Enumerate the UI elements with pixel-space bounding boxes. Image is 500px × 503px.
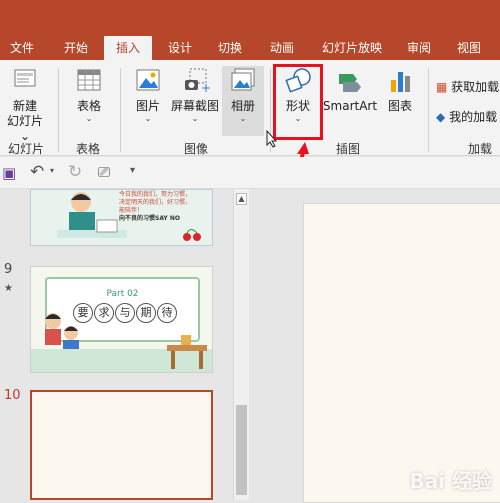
album-label: 相册 bbox=[230, 99, 255, 113]
desk-illustration bbox=[167, 335, 207, 369]
slide-9-title: 要 求 与 期 待 bbox=[73, 303, 177, 325]
group-separator bbox=[58, 68, 59, 152]
slide-thumbnail-8[interactable]: 今日我的我们，努力习惯， 决定明天的我们，好习惯， 能陪伴！ 向不良的习惯SAY… bbox=[30, 189, 213, 246]
thumbnail-scrollbar[interactable]: ▲ bbox=[233, 189, 249, 500]
table-label: 表格 bbox=[76, 99, 101, 113]
slide-thumbnail-10-selected[interactable] bbox=[30, 390, 213, 500]
table-icon bbox=[77, 69, 101, 91]
chart-button[interactable]: 图表 bbox=[380, 66, 420, 114]
title-bar bbox=[0, 0, 500, 36]
title-char-3: 与 bbox=[115, 303, 135, 323]
slide-8-line-4: 向不良的习惯SAY NO bbox=[119, 215, 180, 222]
album-button[interactable]: 相册 ⌄ bbox=[222, 66, 264, 136]
chart-icon bbox=[391, 72, 410, 92]
group-label-slides: 幻灯片 bbox=[8, 142, 45, 156]
slide-8-line-1: 今日我的我们，努力习惯， bbox=[119, 191, 192, 198]
tab-animations[interactable]: 动画 bbox=[262, 36, 302, 60]
slide-9-part: Part 02 bbox=[106, 289, 139, 299]
new-slide-button[interactable]: 新建 幻灯片 ⌄ bbox=[2, 66, 48, 144]
new-slide-icon bbox=[14, 69, 36, 87]
slide-number-10: 10 bbox=[4, 388, 21, 403]
scroll-up-icon[interactable]: ▲ bbox=[236, 193, 247, 205]
slide-8-line-3: 能陪伴！ bbox=[119, 207, 144, 214]
watermark: Bai 经验 bbox=[409, 469, 492, 493]
scroll-thumb[interactable] bbox=[236, 405, 247, 495]
picture-label: 图片 bbox=[135, 99, 160, 113]
ribbon: 新建 幻灯片 ⌄ 幻灯片 表格 ⌄ 表格 图片 ⌄ + 屏幕截图 ⌄ 相册 ⌄ … bbox=[0, 60, 500, 173]
slide-thumbnail-9[interactable]: Part 02 要 求 与 期 待 bbox=[30, 266, 213, 373]
picture-icon bbox=[136, 69, 160, 91]
tab-insert[interactable]: 插入 bbox=[104, 36, 152, 60]
mouse-cursor-icon bbox=[266, 130, 278, 148]
slide-editing-canvas[interactable] bbox=[303, 203, 500, 503]
slide-9-star-icon: ★ bbox=[4, 283, 13, 294]
chart-label: 图表 bbox=[387, 99, 412, 113]
slide-number-9: 9 bbox=[4, 262, 13, 277]
cherry-icon bbox=[183, 229, 201, 241]
slide-8-text: 今日我的我们，努力习惯， 决定明天的我们，好习惯， 能陪伴！ 向不良的习惯SAY… bbox=[119, 191, 211, 223]
svg-text:+: + bbox=[201, 81, 210, 95]
title-char-5: 待 bbox=[157, 303, 177, 323]
get-addins-label: 获取加载 bbox=[451, 80, 500, 94]
slide-8-line-2: 决定明天的我们，好习惯， bbox=[119, 199, 192, 206]
title-char-4: 期 bbox=[136, 303, 156, 323]
undo-icon[interactable]: ↶ bbox=[30, 162, 44, 182]
group-label-images: 图像 bbox=[184, 142, 209, 156]
tab-design[interactable]: 设计 bbox=[160, 36, 200, 60]
group-label-tables: 表格 bbox=[76, 142, 101, 156]
customize-toolbar-icon[interactable]: ▾ bbox=[130, 165, 135, 176]
tab-file[interactable]: 文件 bbox=[6, 36, 38, 60]
table-button[interactable]: 表格 ⌄ bbox=[66, 66, 112, 124]
redo-icon[interactable]: ↻ bbox=[68, 162, 82, 182]
screenshot-icon: + bbox=[185, 68, 211, 95]
store-icon: ▦ bbox=[436, 80, 448, 94]
group-separator bbox=[120, 68, 121, 152]
smartart-label: SmartArt bbox=[322, 99, 378, 113]
picture-chevron-icon: ⌄ bbox=[144, 114, 152, 123]
album-chevron-icon: ⌄ bbox=[239, 114, 247, 123]
screenshot-label: 屏幕截图 bbox=[170, 99, 219, 113]
save-icon[interactable]: ▣ bbox=[2, 164, 16, 182]
tab-review[interactable]: 审阅 bbox=[402, 36, 436, 60]
shapes-highlight-box bbox=[273, 64, 323, 140]
tab-home[interactable]: 开始 bbox=[56, 36, 96, 60]
screenshot-chevron-icon: ⌄ bbox=[191, 114, 199, 123]
picture-button[interactable]: 图片 ⌄ bbox=[126, 66, 170, 124]
my-addins-button[interactable]: ◆ 我的加载 bbox=[436, 108, 500, 125]
title-char-2: 求 bbox=[94, 303, 114, 323]
group-separator bbox=[428, 68, 429, 152]
ribbon-tabs: 文件 开始 插入 设计 切换 动画 幻灯片放映 审阅 视图 bbox=[0, 36, 500, 60]
get-addins-button[interactable]: ▦ 获取加载 bbox=[436, 78, 500, 95]
tab-slideshow[interactable]: 幻灯片放映 bbox=[312, 36, 392, 60]
addins-icon: ◆ bbox=[436, 110, 446, 124]
tab-transitions[interactable]: 切换 bbox=[210, 36, 250, 60]
undo-dropdown-icon[interactable]: ▾ bbox=[50, 166, 54, 175]
screenshot-button[interactable]: + 屏幕截图 ⌄ bbox=[168, 66, 222, 124]
group-label-illustrations: 插图 bbox=[336, 142, 361, 156]
quick-access-toolbar: ▣ ↶ ▾ ↻ ⎚ ▾ bbox=[0, 157, 500, 189]
present-icon[interactable]: ⎚ bbox=[98, 163, 110, 181]
table-chevron-icon: ⌄ bbox=[85, 114, 93, 123]
new-slide-label-1: 新建 bbox=[12, 99, 37, 113]
tab-view[interactable]: 视图 bbox=[450, 36, 488, 60]
my-addins-label: 我的加载 bbox=[449, 110, 498, 124]
smartart-icon bbox=[339, 74, 361, 92]
album-icon bbox=[231, 68, 255, 91]
smartart-button[interactable]: SmartArt bbox=[322, 66, 378, 114]
